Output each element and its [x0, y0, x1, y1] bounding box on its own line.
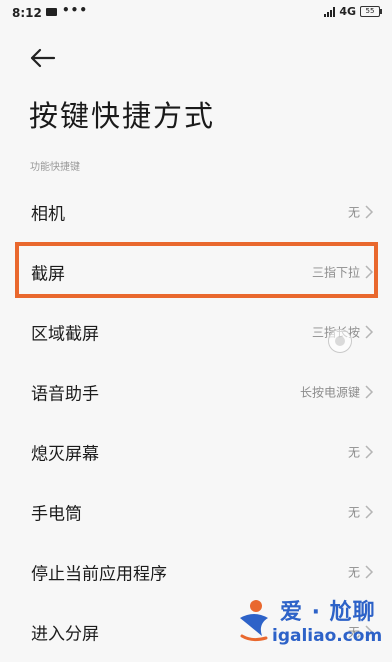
back-arrow-icon[interactable] — [28, 46, 58, 70]
row-label: 停止当前应用程序 — [31, 564, 167, 585]
chevron-right-icon — [365, 385, 374, 399]
highlight-box — [15, 242, 378, 298]
chevron-right-icon — [365, 325, 374, 339]
chevron-right-icon — [365, 205, 374, 219]
chevron-right-icon — [365, 565, 374, 579]
watermark-url: igaliao.com — [272, 626, 383, 646]
row-label: 进入分屏 — [31, 624, 99, 645]
status-more: ••• — [62, 3, 89, 17]
shortcut-row-camera[interactable]: 相机 无 — [0, 182, 392, 242]
row-label: 手电筒 — [31, 504, 82, 525]
shortcut-row-flashlight[interactable]: 手电筒 无 — [0, 482, 392, 542]
status-bar: 8:12 ••• 4G 55 — [0, 0, 392, 28]
media-icon — [46, 8, 57, 16]
status-time: 8:12 — [12, 6, 42, 20]
row-value: 无 — [347, 205, 360, 220]
section-label: 功能快捷键 — [30, 162, 80, 173]
status-right: 4G 55 — [324, 5, 382, 18]
row-value: 无 — [347, 505, 360, 520]
battery-icon: 55 — [360, 6, 382, 17]
chevron-right-icon — [365, 445, 374, 459]
chevron-right-icon — [365, 505, 374, 519]
row-label: 区域截屏 — [31, 324, 99, 345]
signal-icon — [324, 6, 336, 17]
watermark: 爱 · 尬聊 igaliao.com — [232, 592, 392, 656]
row-value: 无 — [347, 565, 360, 580]
shortcut-row-voice-assistant[interactable]: 语音助手 长按电源键 — [0, 362, 392, 422]
shortcut-row-screen-off[interactable]: 熄灭屏幕 无 — [0, 422, 392, 482]
watermark-title: 爱 · 尬聊 — [280, 600, 376, 625]
page-title: 按键快捷方式 — [29, 99, 216, 133]
row-label: 语音助手 — [31, 384, 99, 405]
touch-indicator — [328, 329, 352, 353]
battery-level: 55 — [365, 7, 375, 15]
row-value: 无 — [347, 445, 360, 460]
watermark-logo-icon — [240, 600, 268, 642]
row-label: 熄灭屏幕 — [31, 444, 99, 465]
network-type: 4G — [339, 5, 356, 18]
row-label: 相机 — [31, 204, 65, 225]
row-value: 长按电源键 — [299, 385, 360, 400]
